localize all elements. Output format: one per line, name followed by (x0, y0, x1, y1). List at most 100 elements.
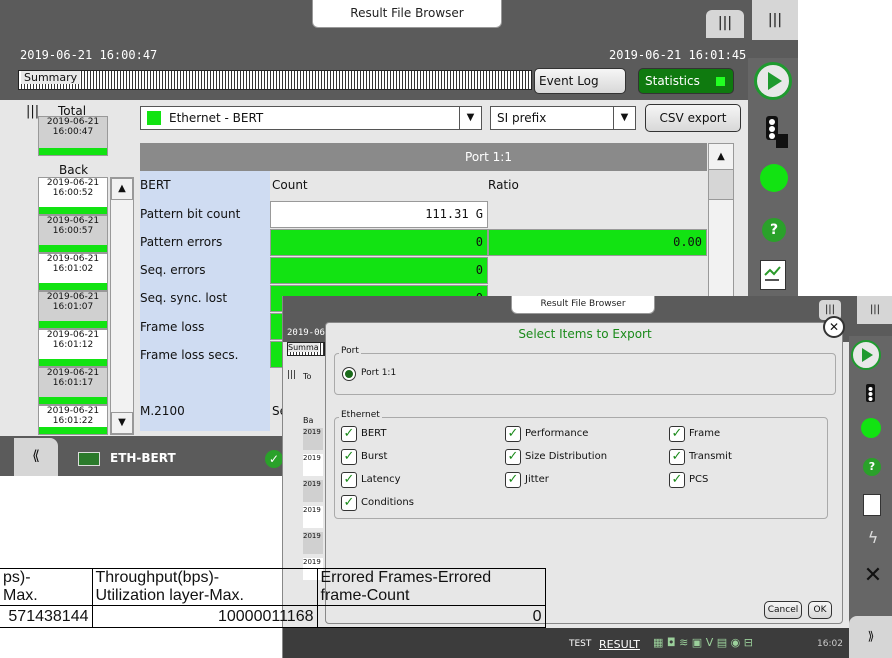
prefix-select[interactable]: SI prefix ▼ (490, 106, 636, 130)
count-cell: 0 (270, 229, 488, 256)
traffic-light-icon[interactable] (760, 112, 788, 150)
latency-checkbox[interactable]: ✓ (341, 472, 357, 488)
slot-date: 2019-06-21 (46, 178, 100, 188)
module-icon (78, 452, 100, 466)
time-slot[interactable]: 2019-06-21 16:01:07 (38, 291, 108, 329)
status-icons: ▦ ◘ ≋ ▣ V ▤ ◉ ⊟ (653, 636, 753, 649)
scroll-up-icon[interactable]: ▲ (709, 144, 733, 170)
table-header-blank (140, 143, 270, 171)
time-slot[interactable]: 2019-06-21 16:01:12 (38, 329, 108, 367)
col-ratio: Ratio (488, 178, 519, 192)
total-slot[interactable]: 2019-06-21 16:00:47 (38, 116, 108, 156)
bert-checkbox[interactable]: ✓ (341, 426, 357, 442)
slot-bar (39, 207, 107, 214)
collapse-panel-icon[interactable]: ⟪ (14, 438, 58, 476)
ok-button[interactable]: OK (808, 601, 832, 619)
table-row: 571438144 10000011168 0 (0, 605, 546, 628)
m2100-label: M.2100 (140, 404, 185, 418)
checkbox-label: Burst (361, 451, 388, 462)
count-cell: 0 (270, 257, 488, 284)
event-log-button[interactable]: Event Log (534, 68, 626, 94)
play-button[interactable] (851, 340, 881, 370)
help-icon[interactable]: ? (863, 458, 881, 476)
conditions-checkbox[interactable]: ✓ (341, 495, 357, 511)
size-distribution-checkbox[interactable]: ✓ (505, 449, 521, 465)
time-slot[interactable]: 2019-06-21 16:00:57 (38, 215, 108, 253)
slot-bar (39, 245, 107, 252)
total-slot-bar (39, 148, 107, 155)
header-line: Max. (3, 587, 38, 604)
end-time: 2019-06-21 16:01:45 (609, 48, 747, 62)
bg-slot-text: 2019 (303, 506, 321, 514)
statistics-button[interactable]: Statistics (638, 68, 734, 94)
scroll-up-icon[interactable]: ▲ (111, 178, 133, 200)
time-slot[interactable]: 2019-06-21 16:01:17 (38, 367, 108, 405)
statistics-indicator-icon (716, 77, 725, 86)
time-slot[interactable]: 2019-06-21 16:01:02 (38, 253, 108, 291)
check-circle-icon: ✓ (265, 450, 283, 468)
port-group: Port Port 1:1 (334, 346, 836, 395)
status-result[interactable]: RESULT (599, 638, 640, 651)
col-count: Count (272, 178, 308, 192)
table-cell: 0 (316, 605, 546, 628)
checkbox-label: Performance (525, 428, 589, 439)
summary-timeline[interactable]: Summary (18, 70, 532, 90)
expand-panel-icon[interactable]: ⟫ (849, 616, 892, 658)
total-date: 2019-06-21 (46, 117, 100, 127)
interface-color-icon (147, 111, 161, 125)
play-icon (768, 72, 782, 90)
count-cell: 111.31 G (270, 201, 488, 228)
checkbox-label: Size Distribution (525, 451, 608, 462)
slot-date: 2019-06-21 (46, 254, 100, 264)
interface-select[interactable]: Ethernet - BERT ▼ (140, 106, 482, 130)
port-radio[interactable] (343, 368, 355, 380)
frame-checkbox[interactable]: ✓ (669, 426, 685, 442)
modal-title: Select Items to Export (518, 327, 652, 341)
pcs-checkbox[interactable]: ✓ (669, 472, 685, 488)
report-icon[interactable] (760, 260, 786, 290)
checkbox-label: Jitter (525, 474, 549, 485)
left-panel-handle[interactable]: ||| (26, 104, 39, 120)
play-button[interactable] (754, 62, 792, 100)
lightning-icon[interactable]: ϟ (863, 528, 883, 550)
slot-scrollbar[interactable]: ▲ ▼ (110, 177, 134, 435)
time-slot[interactable]: 2019-06-21 16:00:52 (38, 177, 108, 215)
scroll-down-icon[interactable]: ▼ (111, 412, 133, 434)
help-icon[interactable]: ? (762, 218, 786, 242)
header-line: frame-Count (320, 587, 410, 604)
ethernet-group: Ethernet ✓ BERT ✓ Performance ✓ Frame ✓ … (334, 410, 828, 519)
header-line: Utilization layer-Max. (95, 587, 244, 604)
slot-time: 16:01:22 (52, 416, 94, 426)
bg-slot-text: 2019 (303, 532, 321, 540)
slot-bar (39, 397, 107, 404)
jitter-checkbox[interactable]: ✓ (505, 472, 521, 488)
burst-checkbox[interactable]: ✓ (341, 449, 357, 465)
dialog-window-title: Result File Browser (511, 296, 655, 314)
close-dialog-icon[interactable]: ✕ (823, 316, 845, 338)
checkbox-label: BERT (361, 428, 387, 439)
status-test: TEST (569, 639, 592, 649)
bg-total: To (303, 372, 312, 381)
checkbox-label: Latency (361, 474, 401, 485)
csv-export-button[interactable]: CSV export (645, 104, 741, 132)
scroll-thumb[interactable] (709, 170, 733, 200)
close-x-icon[interactable]: ✕ (861, 564, 885, 588)
checkbox-label: Frame (689, 428, 721, 439)
checkbox-label: Transmit (689, 451, 732, 462)
time-slot[interactable]: 2019-06-21 16:01:22 (38, 405, 108, 435)
bg-slot: 2019 (303, 532, 323, 554)
panel-tab-2[interactable]: ||| (752, 0, 798, 40)
traffic-light-icon[interactable] (861, 382, 883, 408)
slot-bar (39, 321, 107, 328)
bg-summary: Summa (287, 342, 325, 356)
cancel-button[interactable]: Cancel (764, 601, 802, 619)
summary-label: Summary (21, 71, 81, 84)
bg-slot: 2019 (303, 454, 323, 476)
panel-tab-1[interactable]: ||| (706, 10, 744, 38)
slot-time: 16:01:07 (52, 302, 94, 312)
transmit-checkbox[interactable]: ✓ (669, 449, 685, 465)
panel-tab-2[interactable]: ||| (857, 296, 892, 324)
performance-checkbox[interactable]: ✓ (505, 426, 521, 442)
bg-summary-label: Summa (288, 343, 319, 352)
report-icon[interactable] (863, 494, 881, 516)
